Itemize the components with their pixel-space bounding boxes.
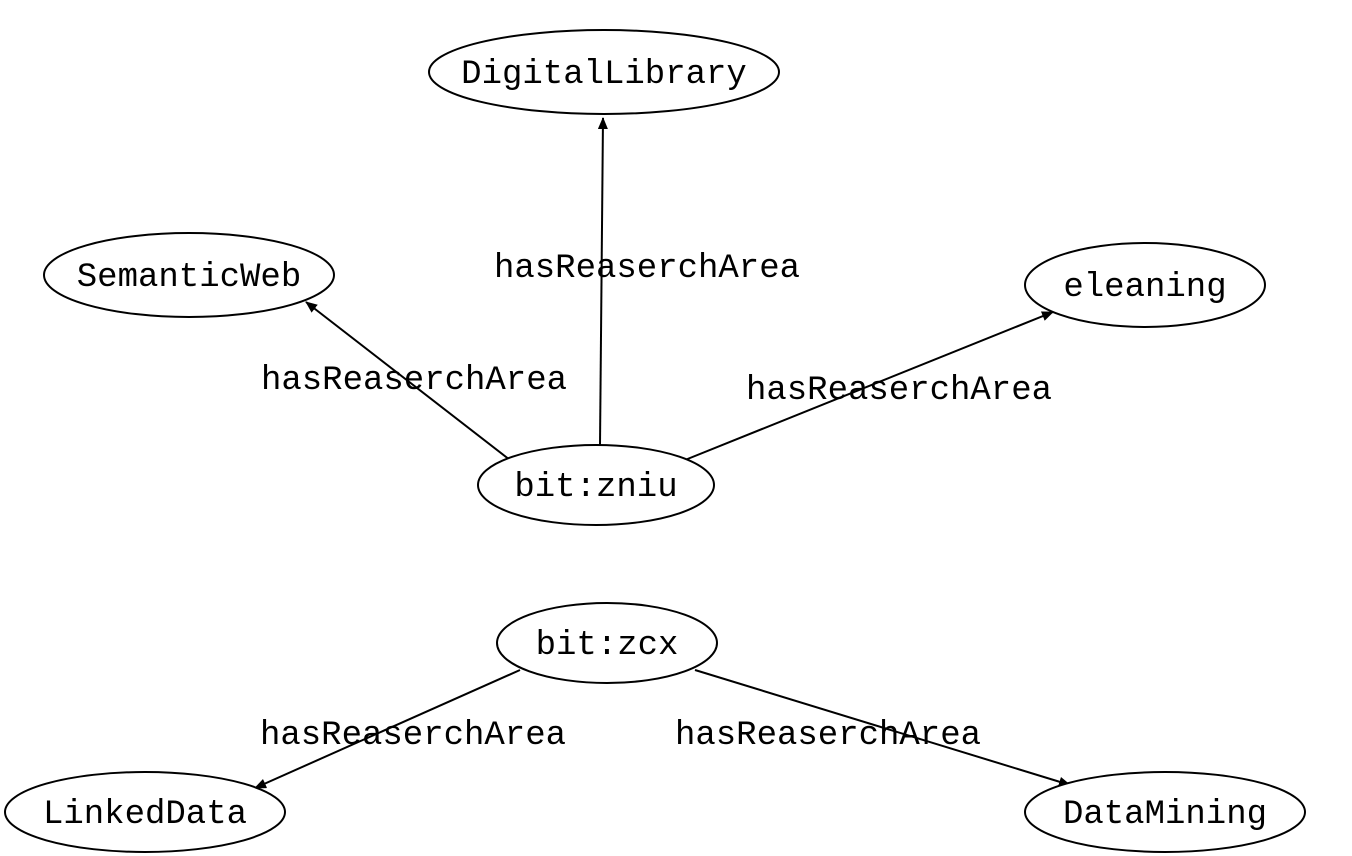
rdf-graph-diagram: hasReaserchArea hasReaserchArea hasRease… [0, 0, 1352, 856]
nodes-group: DigitalLibrary SemanticWeb eleaning bit:… [5, 30, 1305, 852]
edge-label-zniu-digitallibrary: hasReaserchArea [494, 250, 800, 288]
node-label-linkeddata: LinkedData [43, 796, 247, 834]
node-digitallibrary: DigitalLibrary [429, 30, 779, 114]
node-label-digitallibrary: DigitalLibrary [461, 56, 747, 94]
node-label-datamining: DataMining [1063, 796, 1267, 834]
edge-label-zniu-semanticweb: hasReaserchArea [261, 362, 567, 400]
edge-label-zcx-linkeddata: hasReaserchArea [260, 717, 566, 755]
node-datamining: DataMining [1025, 772, 1305, 852]
node-bit-zniu: bit:zniu [478, 445, 714, 525]
node-bit-zcx: bit:zcx [497, 603, 717, 683]
edge-label-zcx-datamining: hasReaserchArea [675, 717, 981, 755]
node-label-semanticweb: SemanticWeb [77, 259, 301, 297]
node-label-bit-zcx: bit:zcx [536, 627, 679, 665]
node-semanticweb: SemanticWeb [44, 233, 334, 317]
node-eleaning: eleaning [1025, 243, 1265, 327]
node-linkeddata: LinkedData [5, 772, 285, 852]
node-label-eleaning: eleaning [1063, 269, 1226, 307]
node-label-bit-zniu: bit:zniu [514, 469, 677, 507]
edge-label-zniu-eleaning: hasReaserchArea [746, 372, 1052, 410]
